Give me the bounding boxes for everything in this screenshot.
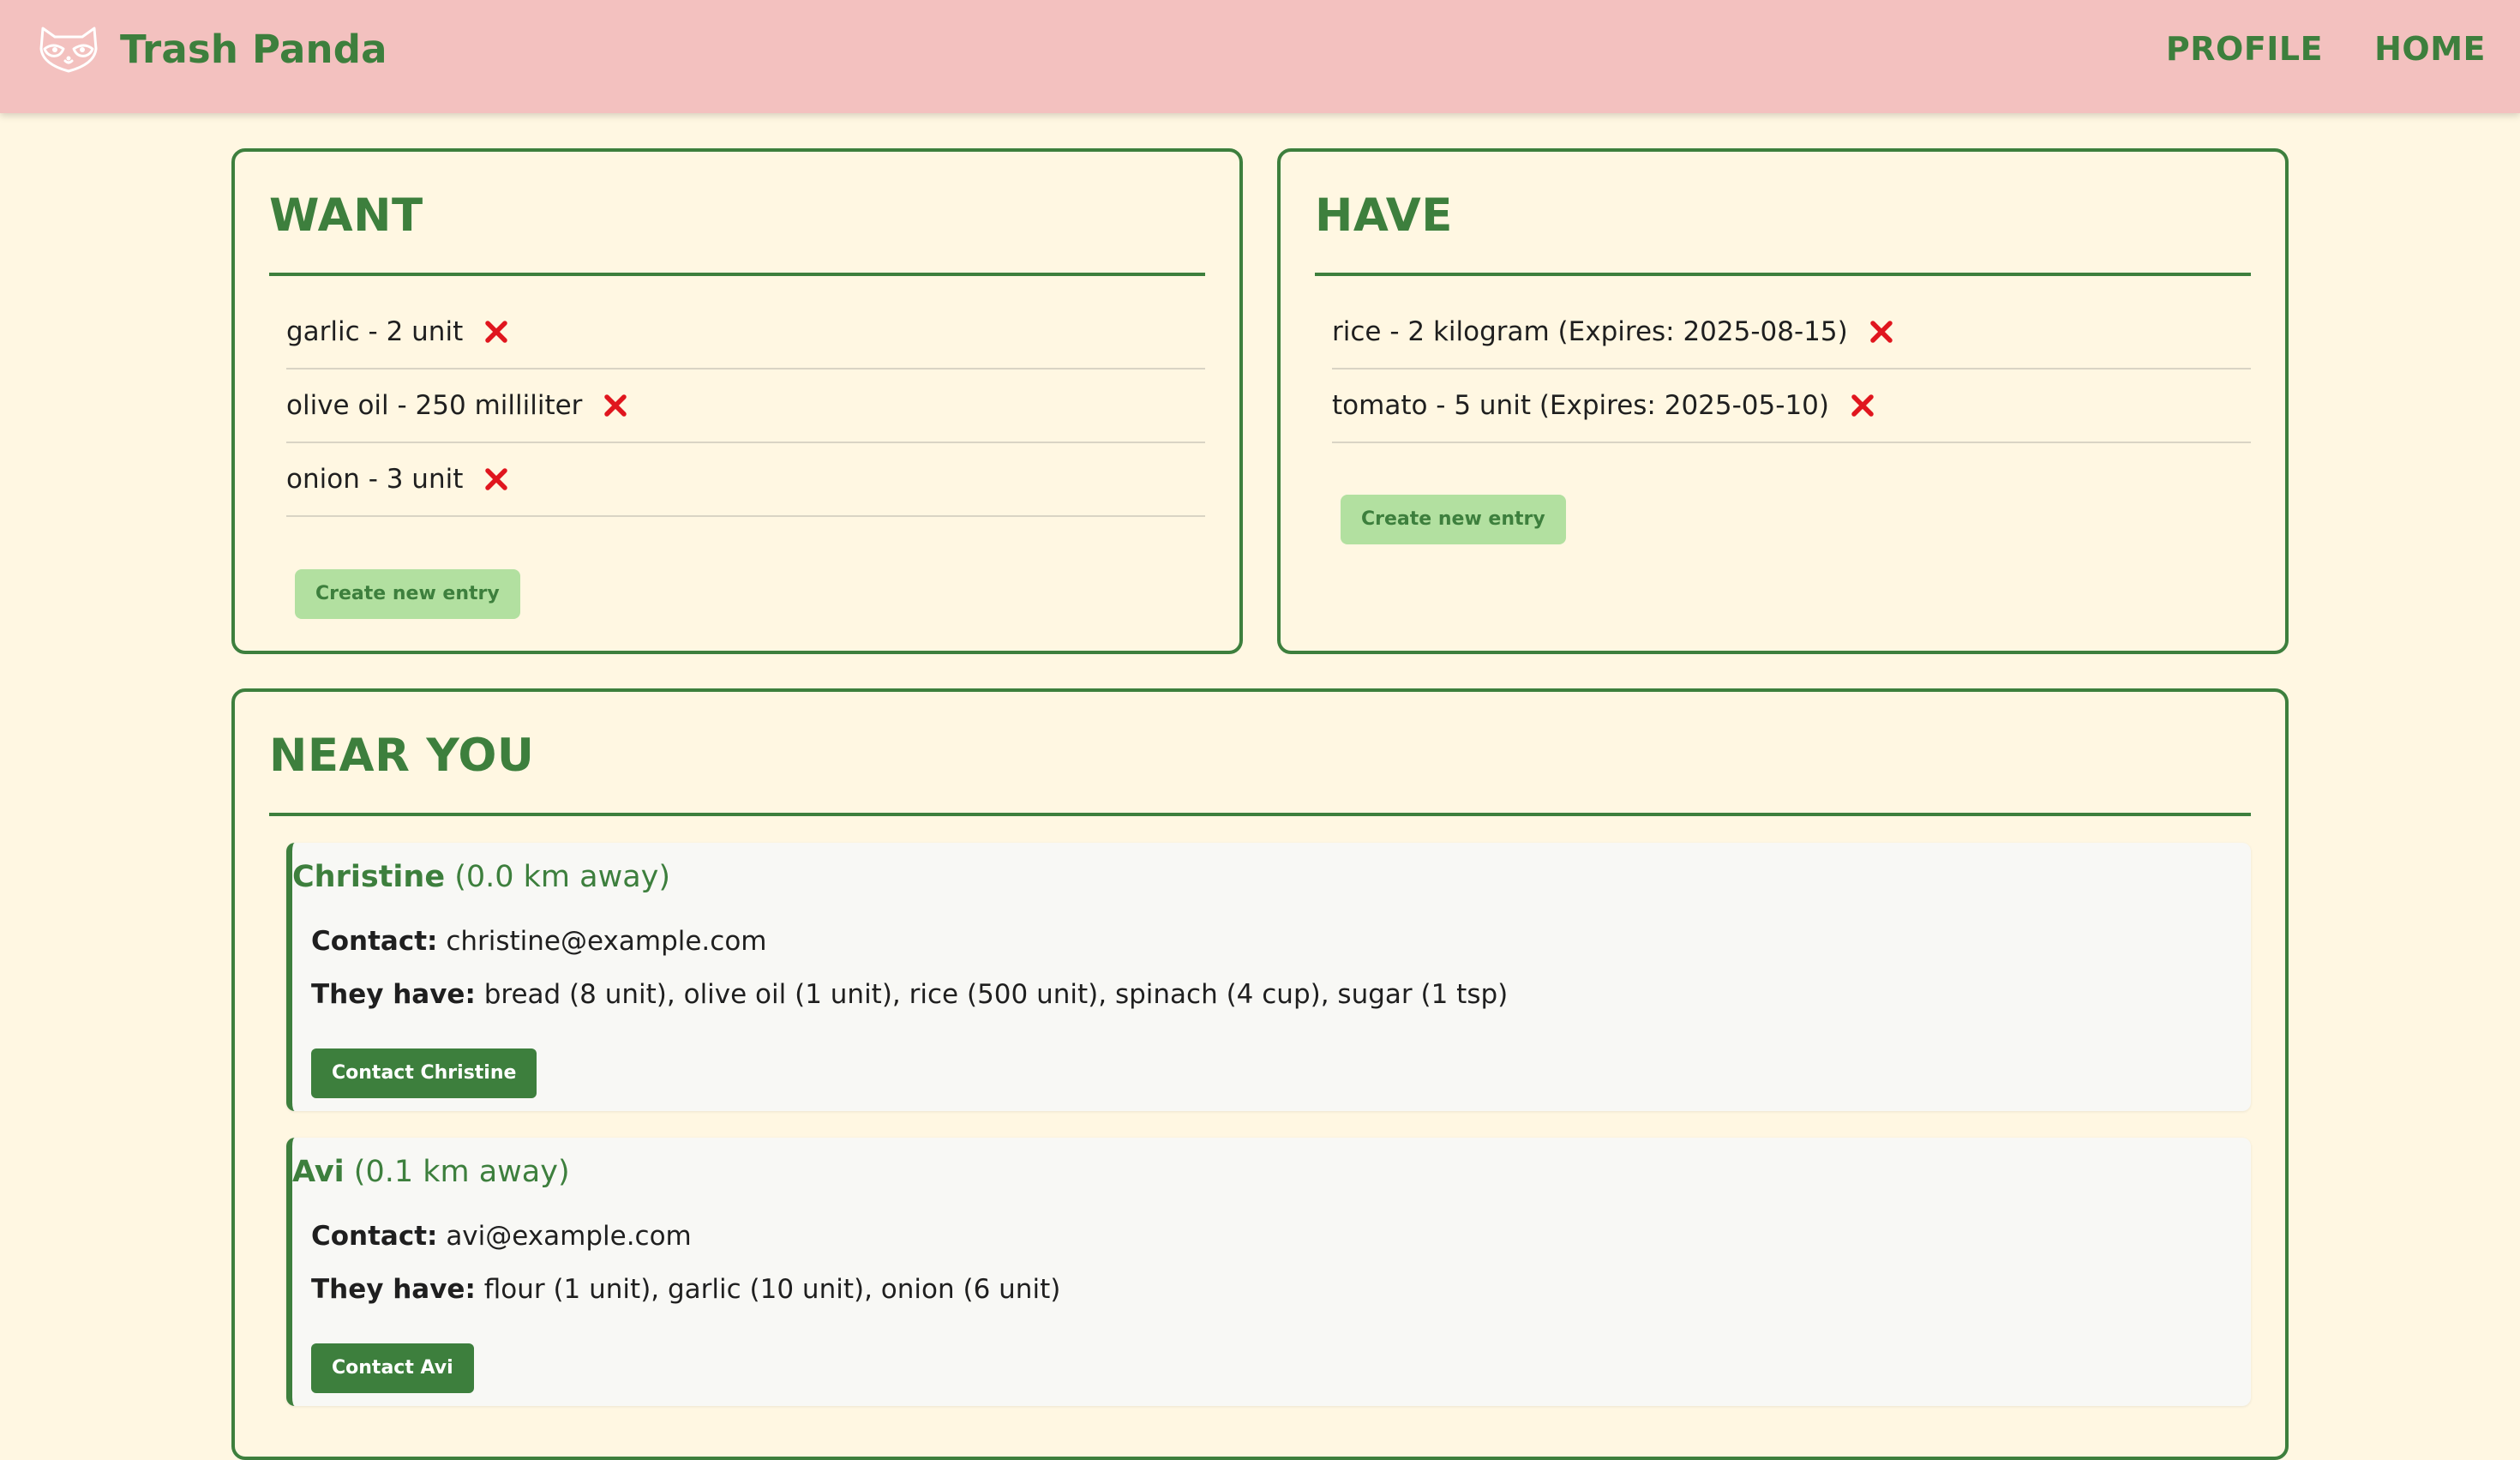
brand-name: Trash Panda xyxy=(120,26,387,72)
contact-avi-button[interactable]: Contact Avi xyxy=(311,1343,474,1393)
close-icon[interactable] xyxy=(482,465,511,494)
nav-profile-link[interactable]: PROFILE xyxy=(2166,30,2323,68)
brand[interactable]: Trash Panda xyxy=(36,0,387,98)
top-navbar: Trash Panda PROFILE HOME xyxy=(0,0,2520,113)
want-item: olive oil - 250 milliliter xyxy=(286,370,1205,443)
contact-label: Contact: xyxy=(311,926,438,957)
have-card: HAVE rice - 2 kilogram (Expires: 2025-08… xyxy=(1277,148,2289,654)
have-divider xyxy=(1315,273,2251,276)
user-name: Christine xyxy=(292,860,446,894)
want-title: WANT xyxy=(269,189,423,242)
want-list: garlic - 2 unit olive oil - 250 millilit… xyxy=(286,296,1205,517)
user-email: avi@example.com xyxy=(446,1221,692,1252)
contact-label: Contact: xyxy=(311,1221,438,1252)
have-title: HAVE xyxy=(1315,189,1453,242)
want-divider xyxy=(269,273,1205,276)
close-icon[interactable] xyxy=(482,317,511,346)
want-item-text: olive oil - 250 milliliter xyxy=(286,390,583,421)
want-item: garlic - 2 unit xyxy=(286,296,1205,370)
user-distance: (0.1 km away) xyxy=(353,1155,570,1189)
nearby-user-card: Christine (0.0 km away) Contact: christi… xyxy=(286,843,2251,1111)
user-distance: (0.0 km away) xyxy=(454,860,671,894)
want-card: WANT garlic - 2 unit olive oil - 250 mil… xyxy=(231,148,1243,654)
user-heading: Avi (0.1 km away) xyxy=(292,1155,570,1189)
they-have-label: They have: xyxy=(311,979,476,1010)
close-icon[interactable] xyxy=(1867,317,1896,346)
user-have: They have: bread (8 unit), olive oil (1 … xyxy=(311,979,1508,1010)
main-nav: PROFILE HOME xyxy=(2115,0,2486,98)
near-you-divider xyxy=(269,813,2251,816)
nearby-user-card: Avi (0.1 km away) Contact: avi@example.c… xyxy=(286,1138,2251,1406)
close-icon[interactable] xyxy=(601,391,630,420)
have-item-text: rice - 2 kilogram (Expires: 2025-08-15) xyxy=(1332,316,1848,347)
have-list: rice - 2 kilogram (Expires: 2025-08-15) … xyxy=(1332,296,2251,443)
user-email: christine@example.com xyxy=(446,926,767,957)
want-item-text: garlic - 2 unit xyxy=(286,316,464,347)
user-items: bread (8 unit), olive oil (1 unit), rice… xyxy=(483,979,1509,1010)
user-contact: Contact: avi@example.com xyxy=(311,1221,692,1252)
user-name: Avi xyxy=(292,1155,345,1189)
have-item-text: tomato - 5 unit (Expires: 2025-05-10) xyxy=(1332,390,1829,421)
user-have: They have: flour (1 unit), garlic (10 un… xyxy=(311,1274,1060,1305)
have-item: tomato - 5 unit (Expires: 2025-05-10) xyxy=(1332,370,2251,443)
raccoon-icon xyxy=(39,27,98,73)
they-have-label: They have: xyxy=(311,1274,476,1305)
user-contact: Contact: christine@example.com xyxy=(311,926,767,957)
have-item: rice - 2 kilogram (Expires: 2025-08-15) xyxy=(1332,296,2251,370)
close-icon[interactable] xyxy=(1848,391,1877,420)
have-create-entry-button[interactable]: Create new entry xyxy=(1341,495,1566,544)
want-create-entry-button[interactable]: Create new entry xyxy=(295,569,520,619)
contact-christine-button[interactable]: Contact Christine xyxy=(311,1048,537,1098)
want-item: onion - 3 unit xyxy=(286,443,1205,517)
near-you-card: NEAR YOU Christine (0.0 km away) Contact… xyxy=(231,688,2289,1460)
near-you-title: NEAR YOU xyxy=(269,730,535,782)
nav-home-link[interactable]: HOME xyxy=(2374,30,2486,68)
user-items: flour (1 unit), garlic (10 unit), onion … xyxy=(483,1274,1061,1305)
want-item-text: onion - 3 unit xyxy=(286,464,464,495)
user-heading: Christine (0.0 km away) xyxy=(292,860,670,894)
